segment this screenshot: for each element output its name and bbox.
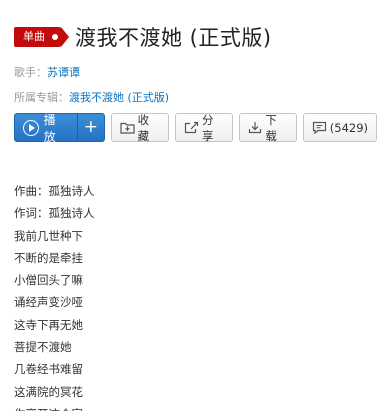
- lyric-line: 作词：孤独诗人: [14, 206, 95, 221]
- album-label: 所属专辑：: [14, 91, 69, 104]
- play-label: 播放: [43, 112, 56, 144]
- share-button[interactable]: 分享: [175, 112, 234, 143]
- collect-label: 收藏: [137, 112, 150, 143]
- action-toolbar: 播放 + 收藏 分享 下载 (5429): [14, 112, 377, 144]
- singer-label: 歌手：: [14, 66, 47, 79]
- folder-plus-icon: [120, 121, 135, 134]
- play-button[interactable]: 播放: [15, 113, 79, 144]
- play-button-group: 播放 +: [14, 113, 105, 144]
- lyric-line: 作曲：孤独诗人: [14, 184, 95, 198]
- comment-count: (5429): [329, 120, 369, 135]
- lyrics-block: 作曲：孤独诗人 作词：孤独诗人 我前几世种下 不断的是牵挂 小僧回头了嘛 诵经声…: [14, 180, 95, 411]
- lyric-line: 诵经声变沙哑: [14, 295, 83, 310]
- lyric-line: 这寺下再无她: [14, 317, 83, 332]
- singer-row: 歌手：苏谭谭: [14, 66, 80, 80]
- lyric-line: 不断的是牵挂: [14, 250, 83, 265]
- comment-button[interactable]: (5429): [302, 113, 377, 142]
- singer-link[interactable]: 苏谭谭: [47, 66, 80, 79]
- song-header: 单曲 渡我不渡她 (正式版): [14, 22, 272, 52]
- download-label: 下载: [265, 112, 277, 143]
- download-icon: [248, 121, 262, 134]
- lyric-line: 小僧回头了嘛: [14, 273, 83, 288]
- collect-button[interactable]: 收藏: [110, 112, 169, 143]
- share-icon: [184, 121, 199, 134]
- play-circle-icon: [23, 119, 39, 136]
- album-row: 所属专辑：渡我不渡她 (正式版): [14, 91, 169, 105]
- lyric-line: 几卷经书难留: [14, 362, 83, 377]
- comment-icon: [312, 121, 327, 134]
- tag-dot-icon: [52, 34, 58, 40]
- song-title: 渡我不渡她 (正式版): [75, 26, 272, 50]
- song-page: 单曲 渡我不渡她 (正式版) 歌手：苏谭谭 所属专辑：渡我不渡她 (正式版) 播…: [0, 0, 377, 411]
- single-tag: 单曲: [14, 27, 69, 47]
- download-button[interactable]: 下载: [239, 112, 297, 143]
- lyric-line: 我前几世种下: [14, 228, 83, 243]
- lyric-line: 你离开这个家: [14, 403, 95, 411]
- share-label: 分享: [202, 112, 214, 143]
- add-to-playlist-button[interactable]: +: [78, 114, 103, 141]
- lyric-line: 这满院的冥花: [14, 384, 83, 399]
- single-tag-label: 单曲: [23, 30, 45, 43]
- album-link[interactable]: 渡我不渡她 (正式版): [69, 91, 169, 104]
- lyric-line: 菩提不渡她: [14, 340, 72, 355]
